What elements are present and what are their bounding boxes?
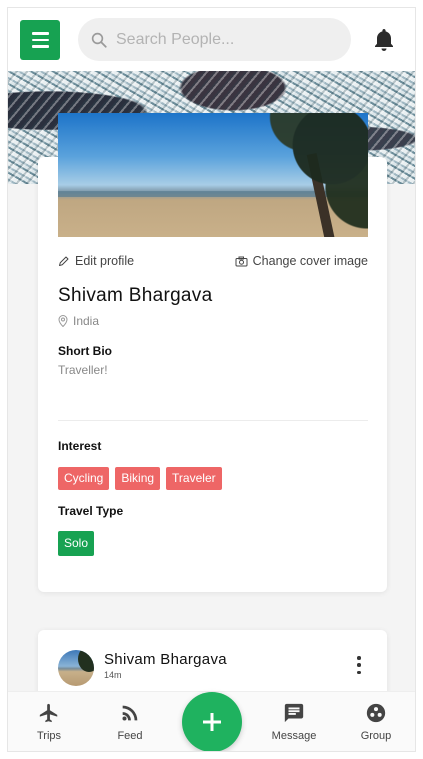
interest-chip[interactable]: Biking [115, 467, 161, 491]
bio-heading: Short Bio [58, 344, 112, 358]
edit-profile-label: Edit profile [75, 254, 135, 268]
airplane-icon [39, 703, 58, 723]
search-bar[interactable] [78, 18, 351, 61]
nav-feed[interactable]: Feed [100, 702, 160, 742]
profile-card: Edit profile Change cover image Shivam B… [38, 113, 387, 592]
nav-trips-label: Trips [36, 730, 62, 742]
travel-type-heading: Travel Type [58, 504, 124, 518]
avatar[interactable] [58, 650, 94, 686]
nav-message[interactable]: Message [264, 702, 324, 742]
post-author[interactable]: Shivam Bhargava [104, 651, 227, 668]
change-cover-label: Change cover image [252, 254, 368, 268]
change-cover-button[interactable]: Change cover image [235, 254, 368, 268]
cover-tree [248, 113, 368, 237]
nav-group-label: Group [360, 730, 392, 742]
cover-image [58, 113, 368, 237]
search-icon [91, 32, 107, 48]
bell-icon[interactable] [372, 27, 396, 53]
location-pin-icon [58, 315, 68, 327]
menu-icon-line [31, 45, 49, 48]
search-input[interactable] [116, 30, 336, 49]
interest-chip[interactable]: Cycling [58, 467, 110, 491]
nav-message-label: Message [271, 730, 317, 742]
location-label: India [73, 314, 100, 328]
top-bar [8, 8, 415, 71]
nav-group[interactable]: Group [346, 702, 406, 742]
interest-chip[interactable]: Traveler [166, 467, 222, 491]
travel-type-chip[interactable]: Solo [58, 531, 95, 557]
kebab-dot [357, 663, 361, 667]
plus-icon [203, 713, 221, 731]
add-button[interactable] [182, 692, 242, 751]
profile-name: Shivam Bhargava [58, 285, 213, 306]
menu-icon-line [31, 32, 49, 35]
edit-profile-button[interactable]: Edit profile [58, 254, 134, 268]
kebab-dot [357, 656, 361, 660]
menu-button[interactable] [20, 20, 60, 60]
post-timestamp: 14m [104, 670, 122, 680]
pencil-icon [59, 256, 69, 266]
app-frame: Edit profile Change cover image Shivam B… [7, 7, 416, 752]
nav-trips[interactable]: Trips [19, 702, 79, 742]
profile-location: India [58, 314, 99, 328]
bio-text: Traveller! [58, 363, 108, 377]
interest-heading: Interest [58, 439, 102, 453]
more-vert-icon[interactable] [356, 656, 362, 674]
camera-icon [235, 256, 248, 266]
message-icon [284, 703, 304, 723]
rss-feed-icon [122, 705, 138, 721]
divider [58, 420, 368, 421]
kebab-dot [357, 670, 361, 674]
group-icon [366, 703, 386, 723]
profile-actions: Edit profile Change cover image [58, 254, 368, 274]
interest-chips: Cycling Biking Traveler [58, 467, 222, 491]
nav-feed-label: Feed [117, 730, 143, 742]
menu-icon-line [31, 38, 49, 42]
